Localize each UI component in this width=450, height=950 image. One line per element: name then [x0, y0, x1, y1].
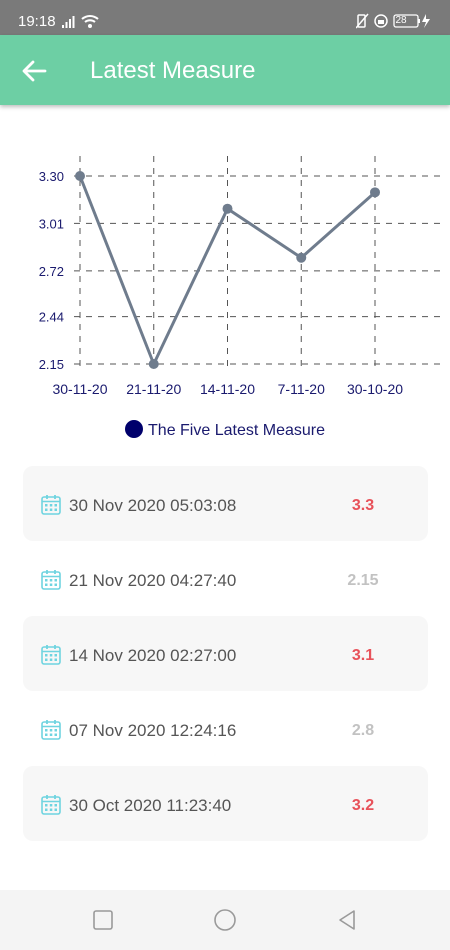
y-tick-label: 2.15	[39, 357, 64, 372]
status-bar: 19:18 28	[0, 0, 450, 35]
measurement-list: 30 Nov 2020 05:03:08 3.3 21 Nov 2020 04:…	[23, 466, 428, 841]
signal-wifi-icon	[62, 15, 99, 28]
x-tick-label: 21-11-20	[126, 381, 181, 397]
measurement-value: 2.15	[347, 572, 379, 589]
calendar-icon	[41, 495, 61, 515]
x-tick-label: 30-11-20	[52, 381, 107, 397]
square-icon[interactable]	[91, 908, 115, 932]
calendar-icon	[41, 645, 61, 665]
calendar-icon	[41, 570, 61, 590]
battery-level: 28	[395, 15, 407, 26]
measurement-date: 30 Nov 2020 05:03:08	[69, 496, 237, 515]
status-time: 19:18	[18, 13, 56, 30]
x-tick-label: 7-11-20	[278, 381, 325, 397]
x-tick-label: 14-11-20	[200, 381, 255, 397]
list-item[interactable]: 30 Oct 2020 11:23:40 3.2	[23, 766, 428, 841]
list-item[interactable]: 07 Nov 2020 12:24:16 2.8	[23, 691, 428, 766]
line-chart: 3.30 3.01 2.72 2.44 2.15 30-11-20 21-11-20 14-1…	[39, 156, 442, 397]
measurement-value: 3.1	[351, 647, 375, 664]
legend-marker	[125, 420, 144, 438]
chart-legend: The Five Latest Measure	[0, 420, 450, 442]
data-point	[222, 203, 233, 214]
circle-icon[interactable]	[213, 908, 237, 932]
measurement-value: 3.3	[351, 497, 375, 514]
list-item[interactable]: 14 Nov 2020 02:27:00 3.1	[23, 616, 428, 691]
legend-label: The Five Latest Measure	[148, 422, 325, 439]
system-nav-bar	[0, 890, 450, 950]
page-title: Latest Measure	[90, 57, 256, 84]
measurement-value: 3.2	[351, 797, 375, 814]
y-tick-label: 3.30	[39, 169, 64, 184]
list-item[interactable]: 21 Nov 2020 04:27:40 2.15	[23, 541, 428, 616]
list-item[interactable]: 30 Nov 2020 05:03:08 3.3	[23, 466, 428, 541]
calendar-icon	[41, 720, 61, 740]
measurement-date: 21 Nov 2020 04:27:40	[69, 571, 237, 590]
y-tick-label: 2.72	[39, 264, 64, 279]
data-point	[148, 359, 159, 369]
measurement-value: 2.8	[351, 722, 375, 739]
data-point	[296, 252, 307, 263]
data-point	[75, 171, 85, 181]
y-tick-label: 2.44	[39, 310, 64, 325]
data-point	[370, 187, 380, 198]
triangle-back-icon[interactable]	[335, 908, 359, 932]
measurement-date: 30 Oct 2020 11:23:40	[69, 796, 232, 815]
measurement-date: 14 Nov 2020 02:27:00	[69, 646, 237, 665]
app-bar: Latest Measure	[0, 35, 450, 105]
x-tick-label: 30-10-20	[347, 381, 403, 397]
back-arrow-icon[interactable]	[18, 55, 50, 87]
measurement-date: 07 Nov 2020 12:24:16	[69, 721, 237, 740]
y-tick-label: 3.01	[39, 216, 64, 231]
calendar-icon	[41, 795, 61, 815]
